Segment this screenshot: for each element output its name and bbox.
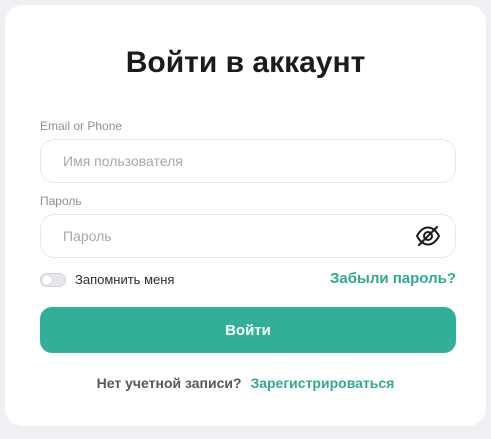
signup-row: Нет учетной записи? Зарегистрироваться <box>5 374 486 392</box>
eye-off-icon[interactable] <box>415 224 441 248</box>
eye-off-icon-glyph <box>416 226 440 246</box>
remember-row: Запомнить меня Забыли пароль? <box>40 270 456 290</box>
username-input[interactable] <box>63 140 393 182</box>
page-title: Войти в аккаунт <box>125 46 366 79</box>
signup-link[interactable]: Зарегистрироваться <box>250 375 394 391</box>
password-input[interactable] <box>63 215 393 257</box>
remember-toggle[interactable] <box>40 273 66 287</box>
password-field <box>40 214 456 258</box>
remember-label: Запомнить меня <box>75 272 175 287</box>
login-card: Войти в аккаунт Email or Phone Пароль За… <box>5 5 486 426</box>
login-button[interactable]: Войти <box>40 307 456 353</box>
toggle-knob <box>42 275 52 285</box>
username-field <box>40 139 456 183</box>
username-label: Email or Phone <box>40 119 123 133</box>
forgot-password-link[interactable]: Забыли пароль? <box>330 270 456 288</box>
password-label: Пароль <box>40 194 82 208</box>
signup-prompt: Нет учетной записи? <box>96 375 242 391</box>
